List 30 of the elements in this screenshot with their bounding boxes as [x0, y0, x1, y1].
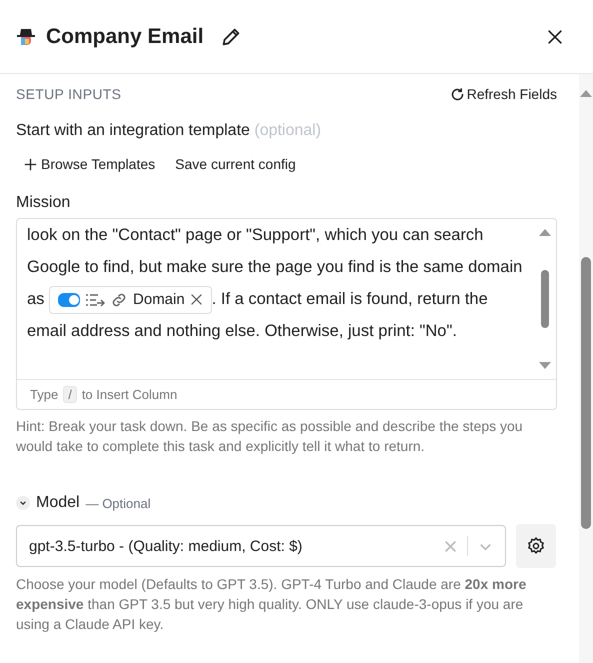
template-label: Start with an integration template [16, 122, 250, 139]
chevron-down-icon [19, 499, 27, 507]
page-scrollbar[interactable] [579, 74, 593, 663]
remove-icon[interactable] [190, 293, 203, 306]
save-config-button[interactable]: Save current config [175, 156, 296, 172]
refresh-fields-button[interactable]: Refresh Fields [450, 86, 557, 102]
optional-note: — Optional [86, 496, 151, 510]
mission-text: look on the "Contact" page or "Support", which you can search Google to find, but make sure the page you find is the same domain as Domain . If a contact email is found, return the email address and nothing else. Otherwise, just print: "No". [26, 225, 524, 342]
section-heading: SETUP INPUTS [16, 86, 122, 102]
list-arrow-icon [85, 292, 106, 308]
link-icon [110, 290, 128, 309]
refresh-icon [450, 86, 465, 102]
insert-hint-rest: to Insert Column [82, 387, 178, 402]
mission-field[interactable] [16, 218, 557, 410]
toggle-switch[interactable] [58, 292, 80, 307]
settings-icon [526, 536, 546, 556]
insert-hint: Type [30, 387, 58, 402]
browse-templates-button[interactable]: Browse Templates [24, 156, 156, 172]
plus-icon [24, 158, 37, 170]
optional-note: (optional) [254, 122, 322, 139]
hat-logo-icon [16, 26, 36, 46]
model-description: Choose your model (Defaults to GPT 3.5). GPT-4 Turbo and Claude are 20x more expensive than GPT 3.5 but very high quality. ONLY use claude-3-opus if you are using a Claude API key. [16, 575, 528, 634]
panel-title: Company Email [46, 24, 204, 48]
mission-label: Mission [16, 194, 72, 212]
column-chip[interactable]: Domain [49, 286, 212, 314]
settings-button[interactable] [516, 524, 556, 568]
model-label: Model [36, 494, 80, 512]
slash-key: / [63, 386, 77, 403]
collapse-toggle[interactable] [16, 496, 30, 510]
mission-hint: Hint: Break your task down. Be as specific as possible and describe the steps you would take to complete this task and explicitly tell it what to return. [16, 417, 524, 456]
